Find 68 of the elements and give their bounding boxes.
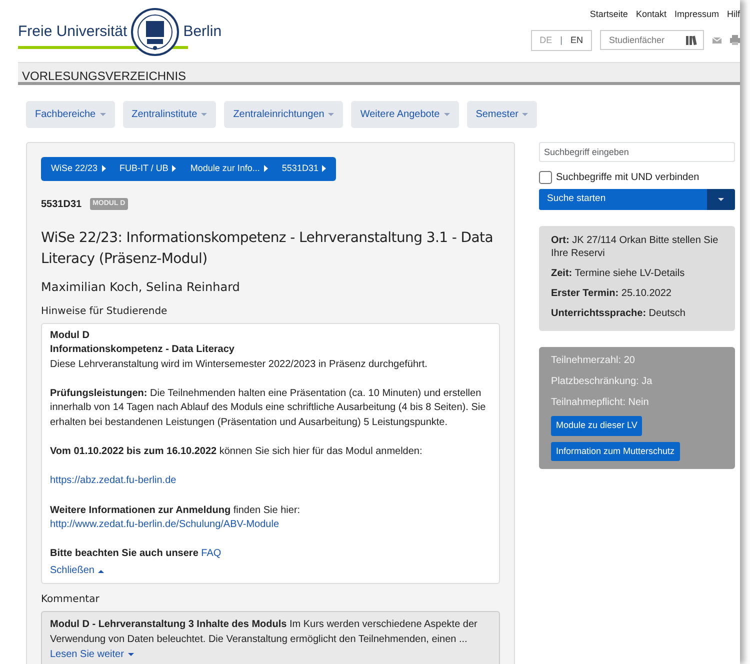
nav-dropdown-button[interactable]: Zentralinstitute bbox=[122, 101, 216, 128]
course-title: WiSe 22/23: Informationskompetenz - Lehrveranstaltung 3.1 - Data Literacy (Präsenz-Modul) bbox=[41, 228, 494, 268]
caret-icon bbox=[718, 198, 724, 201]
link[interactable]: https://abz.zedat.fu-berlin.de bbox=[50, 475, 176, 486]
detail-text: Zeit: Termine siehe LV-Details bbox=[551, 267, 686, 280]
link-button[interactable]: Information zum Mutterschutz bbox=[551, 442, 680, 461]
caret-icon bbox=[201, 113, 208, 116]
seal-icon bbox=[131, 8, 180, 56]
caret-icon bbox=[444, 113, 450, 116]
print-icon[interactable] bbox=[730, 35, 740, 46]
subject-search-input[interactable]: Studienfächer bbox=[607, 32, 677, 48]
caret-icon bbox=[172, 165, 176, 172]
checkbox[interactable] bbox=[539, 171, 552, 184]
nav-dropdown-button[interactable]: Weitere Angebote bbox=[351, 101, 459, 128]
course-number: 5531D31 bbox=[41, 198, 82, 212]
caret-icon bbox=[322, 165, 326, 172]
nav-dropdown-button[interactable]: Fachbereiche bbox=[26, 101, 115, 128]
section-heading: Kommentar bbox=[41, 592, 100, 607]
caret-icon bbox=[328, 113, 334, 116]
nav-dropdown-button[interactable]: Zentraleinrichtungen bbox=[224, 101, 344, 128]
participation-text: Platzbeschränkung: Ja bbox=[551, 375, 654, 389]
caret-icon bbox=[100, 113, 106, 116]
toggle-link[interactable]: Lesen Sie weiter bbox=[50, 646, 134, 662]
note-text: Prüfungsleistungen: Die Teilnehmenden halten eine Präsentation (ca. 10 Minuten) und erstellen innerhalb von 14 Tagen nach Ablauf des Moduls eine schriftliche Ausarbeitung (4 bis 8 Seiten). Sie erhalten bei bestandenen Leistungen (Präsentation und Ausarbeitung) 5 Leistungspunkte. bbox=[50, 388, 486, 428]
note-text: Modul D bbox=[50, 330, 90, 340]
search-button[interactable]: Suche starten bbox=[539, 189, 707, 210]
top-link[interactable]: Hilf bbox=[727, 8, 740, 22]
link-button[interactable]: Module zu dieser LV bbox=[551, 416, 642, 436]
section-heading: Hinweise für Studierende bbox=[41, 304, 168, 318]
toggle-link[interactable]: Schließen bbox=[50, 564, 104, 579]
separator: | bbox=[560, 34, 562, 47]
logo-text: Berlin bbox=[183, 24, 222, 39]
note-text: Diese Lehrveranstaltung wird im Wintersemester 2022/2023 in Präsenz durchgeführt. bbox=[50, 358, 428, 370]
search-field[interactable]: Suchbegriff eingeben bbox=[539, 142, 735, 162]
top-link[interactable]: Impressum bbox=[674, 8, 719, 22]
participation-text: Teilnehmerzahl: 20 bbox=[551, 354, 636, 368]
note-text: Vom 01.10.2022 bis zum 16.10.2022 können Sie sich hier für das Modul anmelden: bbox=[50, 446, 422, 458]
breadcrumb-link[interactable]: WiSe 22/23 bbox=[51, 162, 106, 176]
caret-icon bbox=[522, 113, 528, 116]
breadcrumb-link[interactable]: Module zur Info... bbox=[190, 162, 268, 176]
section-title: VORLESUNGSVERZEICHNIS bbox=[18, 62, 740, 85]
caret-icon bbox=[264, 165, 268, 172]
logo-text: Freie Universität bbox=[18, 24, 128, 39]
caret-icon bbox=[98, 570, 104, 573]
caret-icon bbox=[102, 165, 106, 172]
link[interactable]: http://www.zedat.fu-berlin.de/Schulung/ABV-Module bbox=[50, 519, 280, 530]
caret-icon bbox=[128, 652, 134, 656]
link[interactable]: FAQ bbox=[201, 548, 222, 560]
mail-icon[interactable] bbox=[712, 36, 722, 44]
top-link[interactable]: Startseite bbox=[590, 8, 628, 22]
checkbox-label: Suchbegriffe mit UND verbinden bbox=[556, 171, 700, 185]
detail-text: Erster Termin: 25.10.2022 bbox=[551, 287, 672, 300]
note-text: Bitte beachten Sie auch unsere bbox=[50, 548, 198, 560]
breadcrumb-link[interactable]: 5531D31 bbox=[282, 162, 326, 176]
note-text: Weitere Informationen zur Anmeldung finden Sie hier: bbox=[50, 504, 300, 516]
detail-text: Unterrichtssprache: Deutsch bbox=[551, 307, 686, 320]
nav-dropdown-button[interactable]: Semester bbox=[466, 101, 538, 128]
subject-search-field[interactable]: Studienfächer bbox=[600, 30, 704, 50]
top-link[interactable]: Kontakt bbox=[636, 8, 666, 22]
dropdown-toggle-button[interactable] bbox=[707, 189, 735, 210]
language-link[interactable]: EN bbox=[570, 34, 583, 47]
participation-text: Teilnahmepflicht: Nein bbox=[551, 396, 650, 410]
lecturers: Maximilian Koch, Selina Reinhard bbox=[41, 278, 241, 296]
breadcrumb-link[interactable]: FUB-IT / UB bbox=[120, 162, 176, 176]
note-text: Informationskompetenz - Data Literacy bbox=[50, 344, 234, 356]
books-icon bbox=[686, 34, 697, 46]
comment-text: Modul D - Lehrveranstaltung 3 Inhalte des Moduls Im Kurs werden verschiedene Aspekte der Verwendung von Daten beleuchtet. Die Veranstaltung ermöglicht den Teilnehmenden, einen ... bbox=[50, 618, 478, 647]
detail-text: Ort: JK 27/114 Orkan Bitte stellen Sie Ihre Reservi bbox=[551, 234, 720, 260]
